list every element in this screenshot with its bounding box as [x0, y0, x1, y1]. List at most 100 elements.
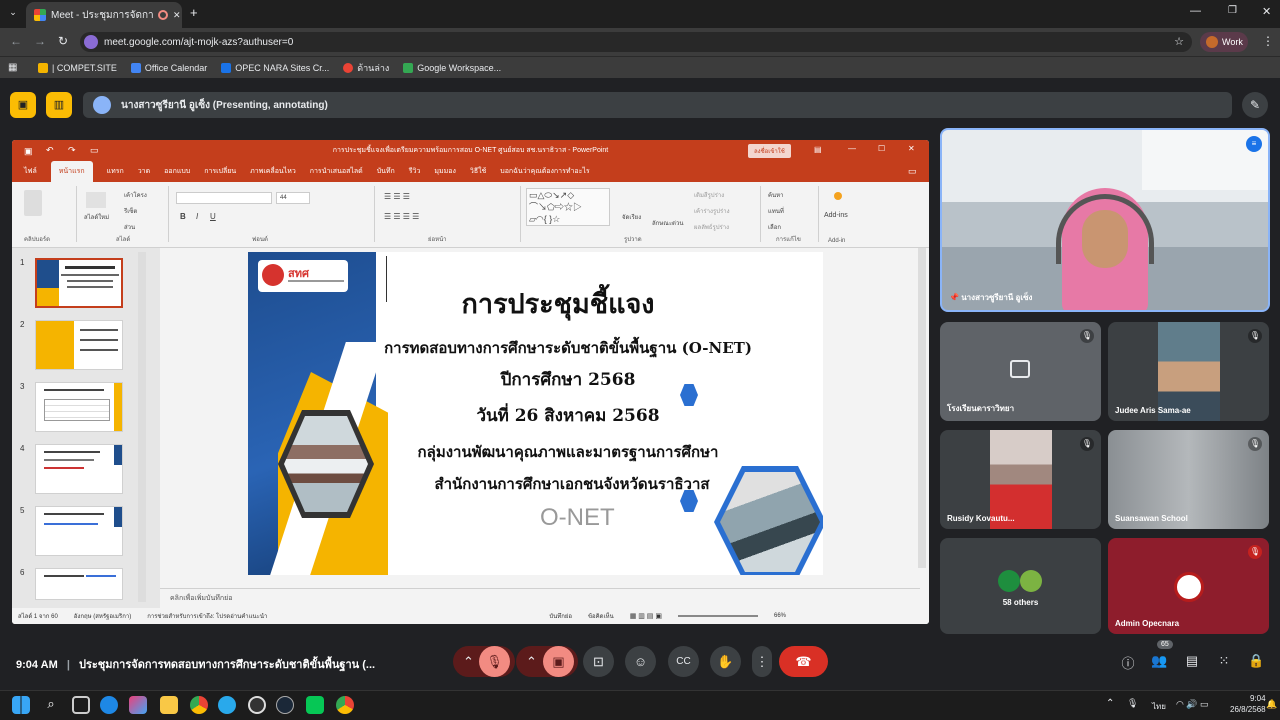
- tab-file[interactable]: ไฟล์: [24, 166, 37, 177]
- accessibility-status[interactable]: การช่วยสำหรับการเข้าถึง: โปรดอ่านคำแนะนำ: [147, 611, 267, 621]
- comments-toggle[interactable]: ข้อคิดเห็น: [588, 611, 614, 621]
- tab-transitions[interactable]: การเปลี่ยน: [204, 166, 236, 177]
- participant-tile[interactable]: 🎙 Judee Aris Sama-ae: [1108, 322, 1269, 421]
- chrome-profile-icon[interactable]: [336, 696, 354, 714]
- captions-button[interactable]: CC: [668, 646, 699, 677]
- tell-me-search[interactable]: บอกฉันว่าคุณต้องการทำอะไร: [500, 166, 589, 177]
- reactions-button[interactable]: ☺: [625, 646, 656, 677]
- tab-search-icon[interactable]: ⌄: [6, 7, 20, 21]
- underline-button[interactable]: U: [210, 212, 216, 221]
- raise-hand-button[interactable]: ✋: [710, 646, 741, 677]
- ppt-minimize-icon[interactable]: —: [848, 144, 856, 153]
- slide-thumbnail[interactable]: [35, 382, 123, 432]
- camera-toggle-button[interactable]: ▣: [543, 646, 574, 677]
- forward-icon[interactable]: →: [34, 34, 46, 48]
- find-button[interactable]: ค้นหา: [768, 190, 783, 200]
- language-status[interactable]: อังกฤษ (สหรัฐอเมริกา): [74, 611, 131, 621]
- telegram-icon[interactable]: [218, 696, 236, 714]
- close-tab-icon[interactable]: ✕: [173, 10, 181, 21]
- reload-icon[interactable]: ↻: [58, 34, 68, 48]
- edge-icon[interactable]: [100, 696, 118, 714]
- self-video-tile[interactable]: ≡ 📌 นางสาวซูรียานี อูเซ็ง: [940, 128, 1270, 312]
- bold-button[interactable]: B: [180, 212, 186, 221]
- slide-thumbnail[interactable]: [35, 258, 123, 308]
- chat-icon[interactable]: ▤: [1184, 653, 1200, 669]
- chrome-icon[interactable]: [190, 696, 208, 714]
- slide-thumbnail[interactable]: [35, 506, 123, 556]
- shape-outline-button[interactable]: เค้าร่างรูปร่าง: [694, 206, 730, 216]
- copilot-icon[interactable]: [129, 696, 147, 714]
- more-options-button[interactable]: ⋮: [752, 646, 772, 677]
- tab-insert[interactable]: แทรก: [107, 166, 124, 177]
- notes-toggle[interactable]: บันทึกย่อ: [549, 611, 572, 621]
- restore-window-icon[interactable]: ❐: [1228, 5, 1237, 16]
- redo-icon[interactable]: ↷: [68, 145, 76, 156]
- present-options-button[interactable]: ▥: [46, 92, 72, 118]
- thumbnail-scrollbar[interactable]: [138, 252, 146, 602]
- minimize-window-icon[interactable]: —: [1190, 5, 1201, 17]
- ppt-restore-icon[interactable]: ☐: [878, 144, 885, 153]
- slide-thumbnail[interactable]: [35, 320, 123, 370]
- participant-tile[interactable]: 🎙 Suansawan School: [1108, 430, 1269, 529]
- tab-slideshow[interactable]: การนำเสนอสไลด์: [310, 166, 363, 177]
- microphone-tray-icon[interactable]: 🎙: [1127, 698, 1138, 709]
- align-buttons[interactable]: ☰ ☰ ☰ ☰: [384, 212, 419, 221]
- new-slide-button[interactable]: [86, 192, 106, 208]
- bookmark-item[interactable]: Office Calendar: [130, 62, 207, 73]
- participant-tile[interactable]: 🎙 Rusidy Kovautu...: [940, 430, 1101, 529]
- input-language[interactable]: ไทย: [1152, 700, 1166, 713]
- ppt-close-icon[interactable]: ✕: [908, 144, 915, 153]
- tab-design[interactable]: ออกแบบ: [164, 166, 190, 177]
- stop-presenting-button[interactable]: ▣: [10, 92, 36, 118]
- arrange-button[interactable]: จัดเรียง: [622, 212, 641, 222]
- browser-tab[interactable]: Meet - ประชุมการจัดการทดสอบ ✕: [26, 2, 182, 28]
- tab-draw[interactable]: วาด: [138, 166, 150, 177]
- view-buttons[interactable]: ▦ ▥ ▤ ▣: [630, 612, 662, 620]
- slide-thumbnail[interactable]: [35, 444, 123, 494]
- chrome-menu-icon[interactable]: ⋮: [1262, 34, 1274, 48]
- search-icon[interactable]: ⌕: [42, 696, 60, 714]
- site-info-icon[interactable]: [84, 35, 98, 49]
- tab-review[interactable]: รีวิว: [409, 166, 421, 177]
- italic-button[interactable]: I: [196, 212, 198, 221]
- zoom-level[interactable]: 66%: [774, 613, 786, 619]
- network-volume-battery-icons[interactable]: ◠ 🔊 ▭: [1176, 699, 1209, 710]
- close-window-icon[interactable]: ✕: [1262, 5, 1271, 18]
- bookmark-item[interactable]: OPEC NARA Sites Cr...: [221, 62, 329, 73]
- slide-thumbnail[interactable]: [35, 568, 123, 600]
- shape-effects-button[interactable]: ผลลัพธ์รูปร่าง: [694, 222, 729, 232]
- gmail-app-icon[interactable]: [248, 696, 266, 714]
- slide-scrollbar[interactable]: [918, 248, 926, 568]
- paste-icon[interactable]: [24, 190, 42, 216]
- apps-icon[interactable]: ▦: [8, 62, 17, 73]
- new-tab-button[interactable]: +: [190, 5, 198, 20]
- slide-canvas[interactable]: สทศ การประชุมชี้แจง การทดสอบทางการศึกษาร…: [248, 252, 823, 575]
- bookmark-item[interactable]: Google Workspace...: [403, 62, 501, 73]
- present-now-button[interactable]: ⊡: [583, 646, 614, 677]
- comments-icon[interactable]: ▭: [908, 166, 917, 177]
- tab-view[interactable]: มุมมอง: [434, 166, 455, 177]
- leave-call-button[interactable]: ☎: [779, 646, 828, 677]
- save-icon[interactable]: ▣: [24, 146, 33, 157]
- others-tile[interactable]: 58 others: [940, 538, 1101, 634]
- tab-record[interactable]: บันทึก: [377, 166, 395, 177]
- bullets-button[interactable]: ☰ ☰ ☰: [384, 192, 410, 201]
- bookmark-star-icon[interactable]: ☆: [1174, 35, 1184, 48]
- reset-button[interactable]: รีเซ็ต: [124, 206, 137, 216]
- people-icon[interactable]: 👥: [1151, 653, 1167, 669]
- addins-icon[interactable]: [834, 192, 842, 200]
- activities-icon[interactable]: ⁙: [1216, 653, 1232, 669]
- profile-chip[interactable]: Work: [1200, 32, 1248, 52]
- line-icon[interactable]: [306, 696, 324, 714]
- select-button[interactable]: เลือก: [768, 222, 781, 232]
- back-icon[interactable]: ←: [10, 34, 22, 48]
- mic-toggle-button[interactable]: 🎙: [479, 646, 510, 677]
- shape-fill-button[interactable]: เติมสีรูปร่าง: [694, 190, 724, 200]
- tray-overflow-icon[interactable]: ⌃: [1106, 698, 1114, 709]
- steam-icon[interactable]: [276, 696, 294, 714]
- host-controls-icon[interactable]: 🔒: [1248, 653, 1264, 669]
- task-view-icon[interactable]: [72, 696, 90, 714]
- file-explorer-icon[interactable]: [160, 696, 178, 714]
- notifications-icon[interactable]: 🔔: [1266, 699, 1277, 710]
- participant-tile[interactable]: 🎙 Admin Opecnara: [1108, 538, 1269, 634]
